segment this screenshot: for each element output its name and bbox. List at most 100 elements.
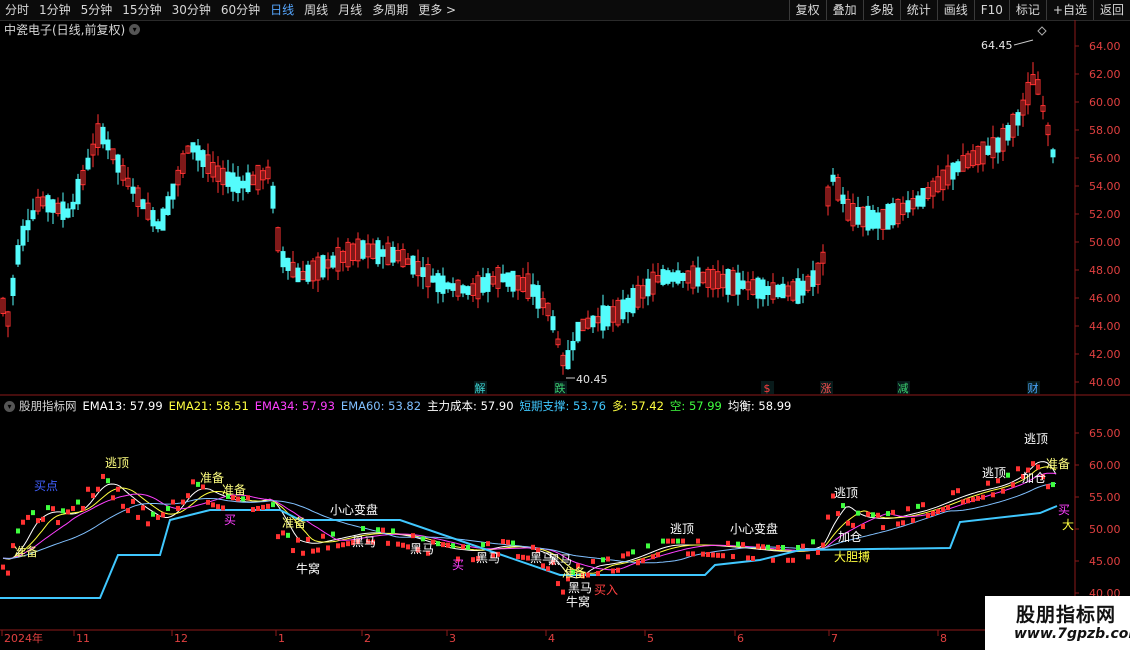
candle-body <box>840 194 846 204</box>
candle-body <box>295 267 301 283</box>
candle-body <box>105 139 111 151</box>
x-tick-label: 12 <box>174 632 188 645</box>
candle-body <box>510 270 516 292</box>
candle-body <box>600 305 606 331</box>
candle-body <box>30 210 36 220</box>
candle-body <box>995 137 1001 153</box>
candle-body <box>855 207 861 225</box>
indicator-bar <box>341 542 345 548</box>
candle-body <box>190 142 196 153</box>
candle-body <box>1015 112 1021 126</box>
indicator-bar <box>626 551 630 557</box>
indicator-bar <box>256 505 260 511</box>
candle-body <box>645 278 651 297</box>
indicator-bar <box>501 539 505 545</box>
indicator-bar <box>176 505 180 511</box>
indicator-annotation: 大胆搏 <box>834 550 870 564</box>
indicator-bar <box>441 542 445 548</box>
indicator-bar <box>316 547 320 553</box>
indicator-bar <box>871 512 875 518</box>
indicator-bar <box>466 544 470 550</box>
indicator-bar <box>976 495 980 501</box>
indicator-bar <box>111 495 115 501</box>
indicator-bar <box>336 543 340 549</box>
indicator-bar <box>281 530 285 536</box>
candle-body <box>485 273 491 292</box>
candle-body <box>795 278 801 304</box>
indicator-bar <box>596 570 600 576</box>
indicator-bar <box>396 541 400 547</box>
indicator-bar <box>531 544 535 550</box>
candle-body <box>245 172 251 193</box>
indicator-bar <box>591 558 595 564</box>
indicator-bar <box>291 548 295 554</box>
event-label: 解 <box>475 381 486 395</box>
indicator-bar <box>121 503 125 509</box>
indicator-annotation: 买点 <box>34 479 58 493</box>
indicator-annotation: 买 <box>452 558 464 572</box>
indicator-annotation: 小心变盘 <box>730 521 778 536</box>
x-tick-label: 1 <box>278 632 285 645</box>
candle-body <box>225 171 231 187</box>
indicator-bar <box>286 532 290 538</box>
candle-body <box>375 240 381 265</box>
candle-body <box>445 282 451 290</box>
y-tick-label: 50.00 <box>1089 523 1121 536</box>
indicator-bar <box>661 538 665 544</box>
indicator-annotation: 牛窝 <box>296 561 320 576</box>
indicator-bar <box>756 543 760 549</box>
indicator-bar <box>926 513 930 518</box>
indicator-bar <box>41 516 45 522</box>
candle-body <box>605 305 611 327</box>
candle-body <box>870 209 876 229</box>
event-label: 涨 <box>821 382 832 395</box>
candle-body <box>675 270 681 284</box>
indicator-bar <box>766 544 770 550</box>
indicator-bar <box>151 511 155 517</box>
indicator-bar <box>961 499 965 505</box>
candle-body <box>955 161 961 173</box>
candle-body <box>200 150 206 168</box>
indicator-bar <box>296 537 300 543</box>
stock-chart[interactable]: 64.00 62.00 60.00 58.00 56.00 54.00 52.00 50.00… <box>0 0 1130 650</box>
indicator-bar <box>421 536 425 542</box>
indicator-bar <box>326 545 330 551</box>
candle-body <box>420 267 426 278</box>
indicator-bar <box>1 564 5 570</box>
indicator-bar <box>646 543 650 549</box>
indicator-bar <box>186 493 190 499</box>
indicator-bar <box>116 486 120 492</box>
indicator-bar <box>446 542 450 548</box>
indicator-annotation: 加仓 <box>1022 471 1046 485</box>
indicator-bar <box>786 557 790 563</box>
candle-body <box>920 188 926 207</box>
indicator-annotation: 黑马 <box>548 553 572 567</box>
watermark-url: www.7gpzb.com <box>1014 626 1130 642</box>
indicator-bar <box>1006 472 1010 478</box>
indicator-bar <box>276 534 280 540</box>
indicator-bar <box>691 551 695 557</box>
indicator-bar <box>816 549 820 555</box>
candle-body <box>680 273 686 281</box>
candle-body <box>440 275 446 294</box>
indicator-bar <box>761 544 765 550</box>
indicator-bar <box>621 553 625 559</box>
candle-body <box>775 284 781 298</box>
indicator-bar <box>681 538 685 544</box>
candle-body <box>230 172 236 192</box>
candle-body <box>320 255 326 278</box>
indicator-bar <box>911 517 915 523</box>
candle-body <box>725 269 731 295</box>
indicator-bar <box>586 572 590 578</box>
indicator-bar <box>741 542 745 548</box>
candle-body <box>590 315 596 328</box>
indicator-bar <box>251 507 255 513</box>
indicator-bar <box>481 542 485 548</box>
candle-body <box>115 154 121 173</box>
candle-body <box>535 285 541 309</box>
indicator-bar <box>516 554 520 560</box>
indicator-bar <box>156 514 160 520</box>
indicator-bar <box>436 541 440 547</box>
y-tick-label: 55.00 <box>1089 491 1121 504</box>
candle-body <box>430 275 436 283</box>
